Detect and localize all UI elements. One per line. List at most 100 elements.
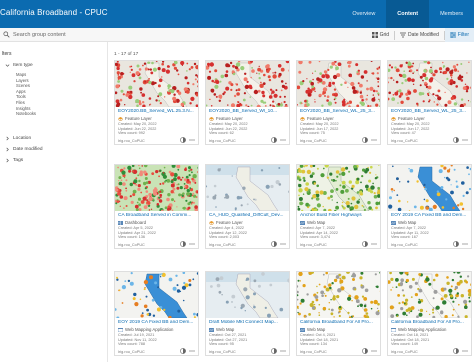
share-icon[interactable] (271, 348, 277, 354)
item-owner: Irig.rou_CoPUC (300, 350, 327, 354)
item-type: Feature Layer (209, 220, 243, 225)
more-options-icon[interactable] (189, 241, 195, 247)
more-options-icon[interactable] (462, 348, 468, 354)
item-card[interactable]: California Broadband For All Pro... Web M… (387, 271, 472, 356)
facet-date-modified[interactable]: Date modified (5, 147, 43, 152)
tab-content[interactable]: Content (386, 0, 430, 28)
item-thumbnail[interactable] (388, 61, 471, 107)
item-title-link[interactable]: EOY 2019 CA Fixed BB and Dem... (118, 320, 198, 325)
search-icon (3, 31, 10, 38)
item-title-link[interactable]: CA Broadband Served in Commi... (118, 213, 198, 218)
item-created: Created: Apr 7, 2022 (391, 226, 427, 230)
item-type-label: Web Mapping Application (125, 327, 174, 332)
item-card[interactable]: EOY2020_BB_Served_WL_25_3... Feature Laye… (387, 60, 472, 145)
tab-members[interactable]: Members (429, 0, 474, 28)
item-type-list: Maps Layers Scenes Apps Tools Files Insi… (16, 72, 36, 117)
more-options-icon[interactable] (371, 348, 377, 354)
share-icon[interactable] (453, 241, 459, 247)
share-icon[interactable] (362, 348, 368, 354)
more-options-icon[interactable] (371, 241, 377, 247)
item-card[interactable]: EOY2020_BB_Served_WL_25_3... Feature Laye… (296, 60, 381, 145)
item-type-label: Dashboard (125, 220, 147, 225)
more-options-icon[interactable] (462, 137, 468, 143)
item-thumbnail[interactable] (297, 272, 380, 318)
tab-overview[interactable]: Overview (341, 0, 386, 28)
filter-button[interactable]: Filter (444, 28, 474, 42)
more-options-icon[interactable] (462, 241, 468, 247)
item-title-link[interactable]: EOY2020_BB_Served_WL_25_3... (391, 109, 471, 114)
share-icon[interactable] (362, 241, 368, 247)
item-thumbnail[interactable] (206, 61, 289, 107)
more-options-icon[interactable] (280, 137, 286, 143)
item-type-label: Web Map (216, 327, 235, 332)
web-app-icon (391, 327, 396, 332)
share-icon[interactable] (453, 137, 459, 143)
item-title-link[interactable]: EOY2020_BB_Served_WL_25_3... (300, 109, 380, 114)
grid-view-button[interactable]: Grid (367, 28, 394, 42)
facet-tags[interactable]: Tags (5, 158, 23, 163)
item-type-label: Web Map (307, 327, 326, 332)
item-card[interactable]: Anchor Build Fiber Highways Web Map Create… (296, 164, 381, 249)
item-thumbnail[interactable] (297, 165, 380, 211)
item-actions (453, 137, 468, 143)
item-owner: Irig.rou_CoPUC (391, 350, 418, 354)
item-title-link[interactable]: EOY2020.BB_Served_WL.25.3.N... (118, 109, 198, 114)
share-icon[interactable] (180, 137, 186, 143)
item-view-count: View count: 136 (118, 235, 145, 240)
more-options-icon[interactable] (189, 348, 195, 354)
item-title-link[interactable]: California Broadband For All Pro... (300, 320, 380, 325)
item-thumbnail[interactable] (388, 165, 471, 211)
share-icon[interactable] (362, 137, 368, 143)
share-icon[interactable] (180, 348, 186, 354)
item-meta: Created: Oct 4, 2021 Updated: Oct 18, 202… (300, 333, 338, 347)
more-options-icon[interactable] (371, 137, 377, 143)
item-owner: Irig.rou_CoPUC (118, 243, 145, 247)
share-icon[interactable] (271, 137, 277, 143)
search-input[interactable] (13, 30, 213, 40)
item-thumbnail[interactable] (115, 165, 198, 211)
item-actions (362, 137, 377, 143)
share-icon[interactable] (271, 241, 277, 247)
facet-tags-label: Tags (13, 158, 24, 163)
item-card[interactable]: CA_HUD_Qualified_DiffCult_Dev... Feature … (205, 164, 290, 249)
share-icon[interactable] (180, 241, 186, 247)
item-card[interactable]: CA Broadband Served in Commi... Dashboard… (114, 164, 199, 249)
facet-location[interactable]: Location (5, 136, 31, 141)
item-thumbnail[interactable] (115, 272, 198, 318)
item-thumbnail[interactable] (206, 165, 289, 211)
dashboard-icon (118, 220, 123, 225)
item-created: Created: Apr 4, 2022 (209, 226, 245, 230)
item-type: Feature Layer (300, 116, 334, 121)
item-card[interactable]: EOY2020_BB_Served_Wl_10... Feature Layer C… (205, 60, 290, 145)
item-created: Created: Oct 27, 2021 (209, 333, 247, 337)
more-options-icon[interactable] (280, 348, 286, 354)
item-actions (362, 348, 377, 354)
item-title-link[interactable]: Draft Mobile Mkt Connect Map... (209, 320, 289, 325)
item-card[interactable]: EOY2020.BB_Served_WL.25.3.N... Feature La… (114, 60, 199, 145)
item-created: Created: May 20, 2022 (118, 122, 157, 126)
sort-button[interactable]: Date Modified (395, 28, 444, 42)
more-options-icon[interactable] (280, 241, 286, 247)
item-type-label: Web Map (398, 220, 417, 225)
facet-item-type[interactable]: Item type (5, 63, 33, 68)
share-icon[interactable] (453, 348, 459, 354)
item-title-link[interactable]: EOY2020_BB_Served_Wl_10... (209, 109, 289, 114)
more-options-icon[interactable] (189, 137, 195, 143)
item-type-option[interactable]: Notebooks (16, 111, 36, 117)
item-thumbnail[interactable] (206, 272, 289, 318)
item-view-count: View count: 167 (391, 235, 418, 240)
item-card[interactable]: California Broadband For All Pro... Web M… (296, 271, 381, 356)
item-title-link[interactable]: CA_HUD_Qualified_DiffCult_Dev... (209, 213, 289, 218)
feature-layer-icon (209, 116, 214, 121)
item-card[interactable]: EOY 2019 CA Fixed BB and Dem... Web Mappi… (114, 271, 199, 356)
item-title-link[interactable]: EOY 2019 CA Fixed BB and Dem... (391, 213, 471, 218)
item-actions (271, 348, 286, 354)
item-title-link[interactable]: California Broadband For All Pro... (391, 320, 471, 325)
web-map-icon (391, 220, 396, 225)
item-thumbnail[interactable] (297, 61, 380, 107)
item-thumbnail[interactable] (388, 272, 471, 318)
item-title-link[interactable]: Anchor Build Fiber Highways (300, 213, 380, 218)
item-card[interactable]: EOY 2019 CA Fixed BB and Dem... Web Map Cr… (387, 164, 472, 249)
item-thumbnail[interactable] (115, 61, 198, 107)
item-card[interactable]: Draft Mobile Mkt Connect Map... Web Map Cr… (205, 271, 290, 356)
